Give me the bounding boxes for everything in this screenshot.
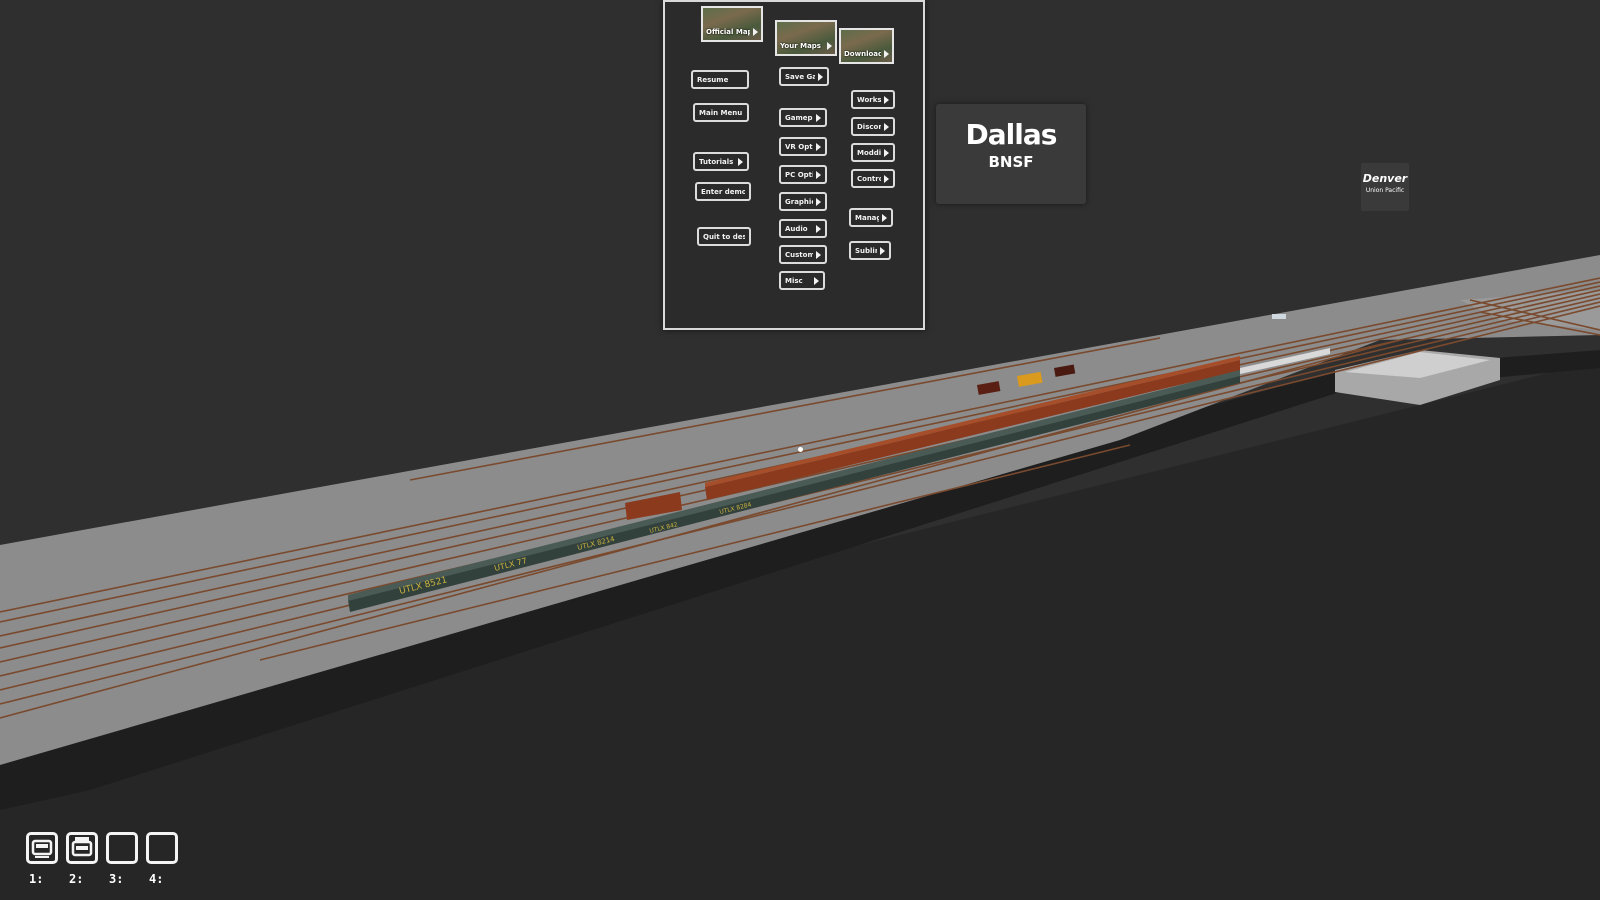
- chevron-right-icon: [884, 95, 889, 104]
- audio-button[interactable]: Audio: [779, 219, 827, 238]
- hotbar-slot-number: 4:: [149, 872, 164, 886]
- tutorials-button[interactable]: Tutorials: [693, 152, 749, 171]
- resume-button[interactable]: Resume: [691, 70, 749, 89]
- station-city-name: Dallas: [965, 118, 1058, 151]
- station-city-name: Denver: [1362, 172, 1408, 185]
- enter-demo-mode-button[interactable]: Enter demo mode: [695, 182, 751, 201]
- save-game-button[interactable]: Save Game: [779, 67, 829, 86]
- station-railroad-name: Union Pacific: [1365, 187, 1405, 194]
- misc-label: Misc: [785, 276, 803, 285]
- official-maps-label: Official Maps: [706, 28, 750, 36]
- vr-options-button[interactable]: VR Options: [779, 137, 827, 156]
- graphics-label: Graphics: [785, 197, 813, 206]
- audio-label: Audio: [785, 224, 808, 233]
- gameplay-label: Gameplay: [785, 113, 813, 122]
- tutorials-label: Tutorials: [699, 157, 734, 166]
- misc-button[interactable]: Misc: [779, 271, 825, 290]
- distant-vehicle: [1272, 314, 1286, 319]
- chevron-right-icon: [738, 157, 743, 166]
- chevron-right-icon: [827, 42, 832, 50]
- your-maps-label: Your Maps: [780, 42, 821, 50]
- hotbar-slot-number: 2:: [69, 872, 84, 886]
- chevron-right-icon: [816, 142, 821, 151]
- downloaded-maps-label: Downloaded Maps: [844, 50, 881, 58]
- chevron-right-icon: [818, 72, 823, 81]
- manage-saves-button[interactable]: Manage Saves: [849, 208, 893, 227]
- quit-to-desktop-label: Quit to desktop: [703, 232, 745, 241]
- resume-label: Resume: [697, 75, 729, 84]
- station-sign-dallas: Dallas BNSF: [936, 104, 1086, 204]
- hotbar-slot-number: 3:: [109, 872, 124, 886]
- station-sign-denver: Denver Union Pacific: [1361, 163, 1409, 211]
- enter-demo-mode-label: Enter demo mode: [701, 187, 745, 196]
- chevron-right-icon: [753, 28, 758, 36]
- hotbar-slot-2[interactable]: [66, 832, 98, 864]
- save-game-label: Save Game: [785, 72, 815, 81]
- chevron-right-icon: [884, 174, 889, 183]
- controls-button[interactable]: Controls: [851, 169, 895, 188]
- chevron-right-icon: [816, 170, 821, 179]
- main-menu-button[interactable]: Main Menu: [693, 103, 749, 122]
- vr-options-label: VR Options: [785, 142, 813, 151]
- discord-label: Discord: [857, 122, 881, 131]
- chevron-right-icon: [880, 246, 885, 255]
- sublimator-label: Sublimator: [855, 246, 877, 255]
- custom-train-label: Custom Train: [785, 250, 813, 259]
- quit-to-desktop-button[interactable]: Quit to desktop: [697, 227, 751, 246]
- official-maps-button[interactable]: Official Maps: [701, 6, 763, 42]
- modding-button[interactable]: Modding: [851, 143, 895, 162]
- downloaded-maps-button[interactable]: Downloaded Maps: [839, 28, 894, 64]
- manage-saves-label: Manage Saves: [855, 213, 879, 222]
- train-icon: [31, 839, 53, 858]
- your-maps-button[interactable]: Your Maps: [775, 20, 837, 56]
- chevron-right-icon: [816, 197, 821, 206]
- caboose-icon: [71, 837, 93, 857]
- pc-options-button[interactable]: PC Options: [779, 165, 827, 184]
- hotbar-slot-4[interactable]: [146, 832, 178, 864]
- chevron-right-icon: [816, 224, 821, 233]
- pause-menu-panel: Official Maps Your Maps Downloaded Maps …: [663, 0, 925, 330]
- chevron-right-icon: [884, 50, 889, 58]
- discord-button[interactable]: Discord: [851, 117, 895, 136]
- hotbar-slot-3[interactable]: [106, 832, 138, 864]
- pc-options-label: PC Options: [785, 170, 813, 179]
- main-menu-label: Main Menu: [699, 108, 743, 117]
- chevron-right-icon: [816, 113, 821, 122]
- workshop-label: Workshop: [857, 95, 881, 104]
- hotbar-slot-1[interactable]: [26, 832, 58, 864]
- chevron-right-icon: [884, 148, 889, 157]
- custom-train-button[interactable]: Custom Train: [779, 245, 827, 264]
- hotbar-slot-number: 1:: [29, 872, 44, 886]
- chevron-right-icon: [814, 276, 819, 285]
- chevron-right-icon: [816, 250, 821, 259]
- gameplay-button[interactable]: Gameplay: [779, 108, 827, 127]
- workshop-button[interactable]: Workshop: [851, 90, 895, 109]
- controls-label: Controls: [857, 174, 881, 183]
- modding-label: Modding: [857, 148, 881, 157]
- graphics-button[interactable]: Graphics: [779, 192, 827, 211]
- crosshair-dot: [798, 447, 803, 452]
- sublimator-button[interactable]: Sublimator: [849, 241, 891, 260]
- chevron-right-icon: [882, 213, 887, 222]
- station-railroad-name: BNSF: [988, 153, 1034, 171]
- chevron-right-icon: [884, 122, 889, 131]
